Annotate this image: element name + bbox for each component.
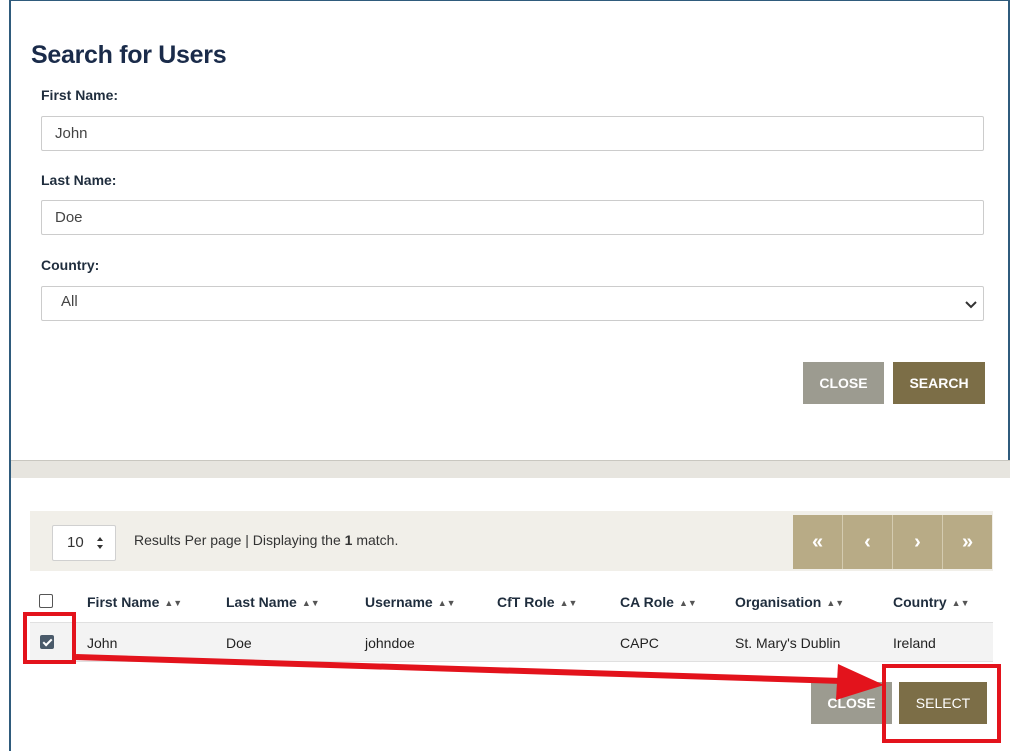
- annotation-arrow-icon: [75, 654, 884, 700]
